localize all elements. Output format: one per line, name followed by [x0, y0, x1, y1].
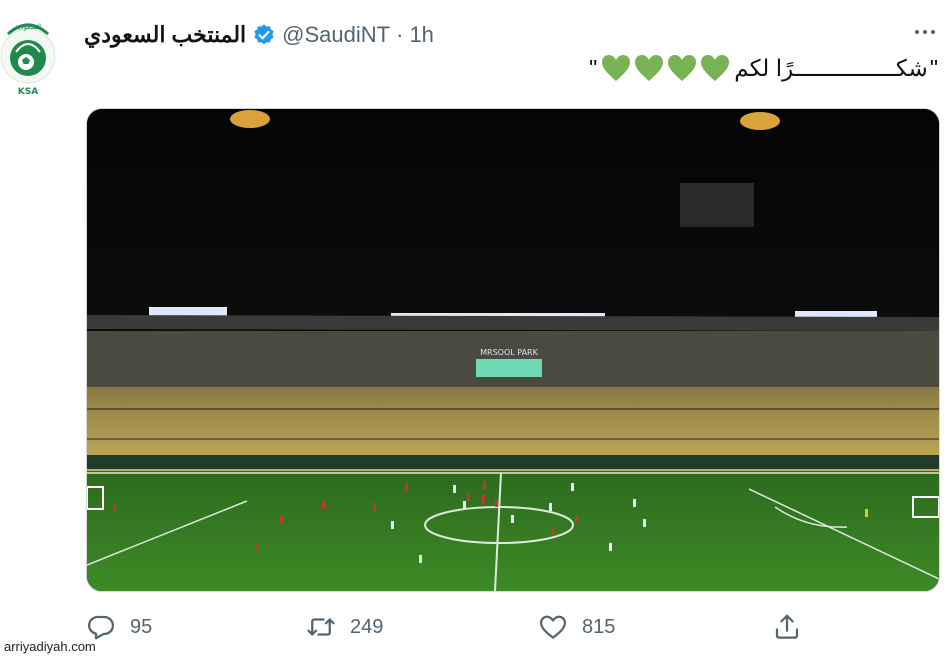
- tweet-header: المنتخب السعودي @SaudiNT · 1h: [84, 20, 434, 50]
- logo-caption: KSA: [18, 87, 38, 97]
- like-icon: [540, 615, 566, 639]
- avatar[interactable]: السعودية KSA: [0, 14, 62, 98]
- open-quote: ": [929, 54, 938, 81]
- watermark: arriyadiyah.com: [4, 639, 96, 654]
- display-name[interactable]: المنتخب السعودي: [84, 22, 246, 48]
- reply-count: 95: [130, 615, 153, 638]
- user-handle[interactable]: @SaudiNT: [282, 22, 390, 48]
- stadium-sign: MRSOOL PARK: [480, 348, 538, 357]
- heart-icon: [701, 55, 730, 81]
- timestamp[interactable]: 1h: [409, 22, 433, 48]
- green-hearts: [601, 54, 730, 82]
- reply-icon: [88, 615, 114, 640]
- separator-dot: ·: [396, 22, 404, 47]
- tweet-actions: 95 249 815: [86, 612, 816, 646]
- tweet-media-photo[interactable]: MRSOOL PARK: [86, 108, 940, 592]
- retweet-count: 249: [350, 615, 384, 638]
- like-button[interactable]: 815: [538, 612, 615, 642]
- saudi-national-team-logo: السعودية KSA: [0, 23, 56, 97]
- share-button[interactable]: [772, 612, 802, 642]
- heart-icon: [602, 55, 631, 81]
- reply-button[interactable]: 95: [86, 612, 152, 642]
- like-count: 815: [582, 615, 616, 638]
- close-quote: ": [589, 54, 598, 81]
- share-icon: [775, 614, 799, 639]
- retweet-icon: [307, 618, 335, 636]
- retweet-button[interactable]: 249: [306, 612, 383, 642]
- tweet-text-word: شكـــــــــــــــرًا لكم: [734, 54, 928, 81]
- heart-icon: [668, 55, 697, 81]
- logo-arabic-text: السعودية: [15, 23, 41, 31]
- heart-icon: [635, 55, 664, 81]
- verified-icon: [254, 24, 274, 45]
- more-icon[interactable]: [910, 22, 940, 42]
- tweet-text: " شكـــــــــــــــرًا لكم ": [589, 54, 938, 82]
- stadium-photo: MRSOOL PARK: [87, 109, 939, 591]
